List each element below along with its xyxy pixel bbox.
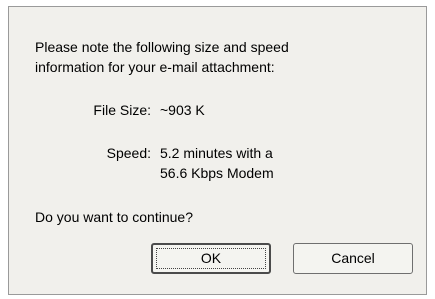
file-size-label: File Size: <box>93 102 151 118</box>
speed-label: Speed: <box>106 145 151 161</box>
ok-button[interactable]: OK <box>151 243 271 274</box>
dialog-message: Please note the following size and speed… <box>35 37 289 77</box>
ok-button-label: OK <box>200 250 222 266</box>
file-size-value: ~903 K <box>160 102 205 118</box>
continue-question: Do you want to continue? <box>35 209 193 225</box>
attachment-info-dialog: Please note the following size and speed… <box>8 6 427 295</box>
dialog-message-line-2: information for your e-mail attachment: <box>35 59 275 75</box>
speed-value-line-1: 5.2 minutes with a <box>160 145 273 161</box>
cancel-button-label: Cancel <box>331 250 375 266</box>
dialog-message-line-1: Please note the following size and speed <box>35 39 289 55</box>
speed-value: 5.2 minutes with a 56.6 Kbps Modem <box>160 143 274 183</box>
speed-value-line-2: 56.6 Kbps Modem <box>160 165 274 181</box>
cancel-button[interactable]: Cancel <box>293 243 413 274</box>
